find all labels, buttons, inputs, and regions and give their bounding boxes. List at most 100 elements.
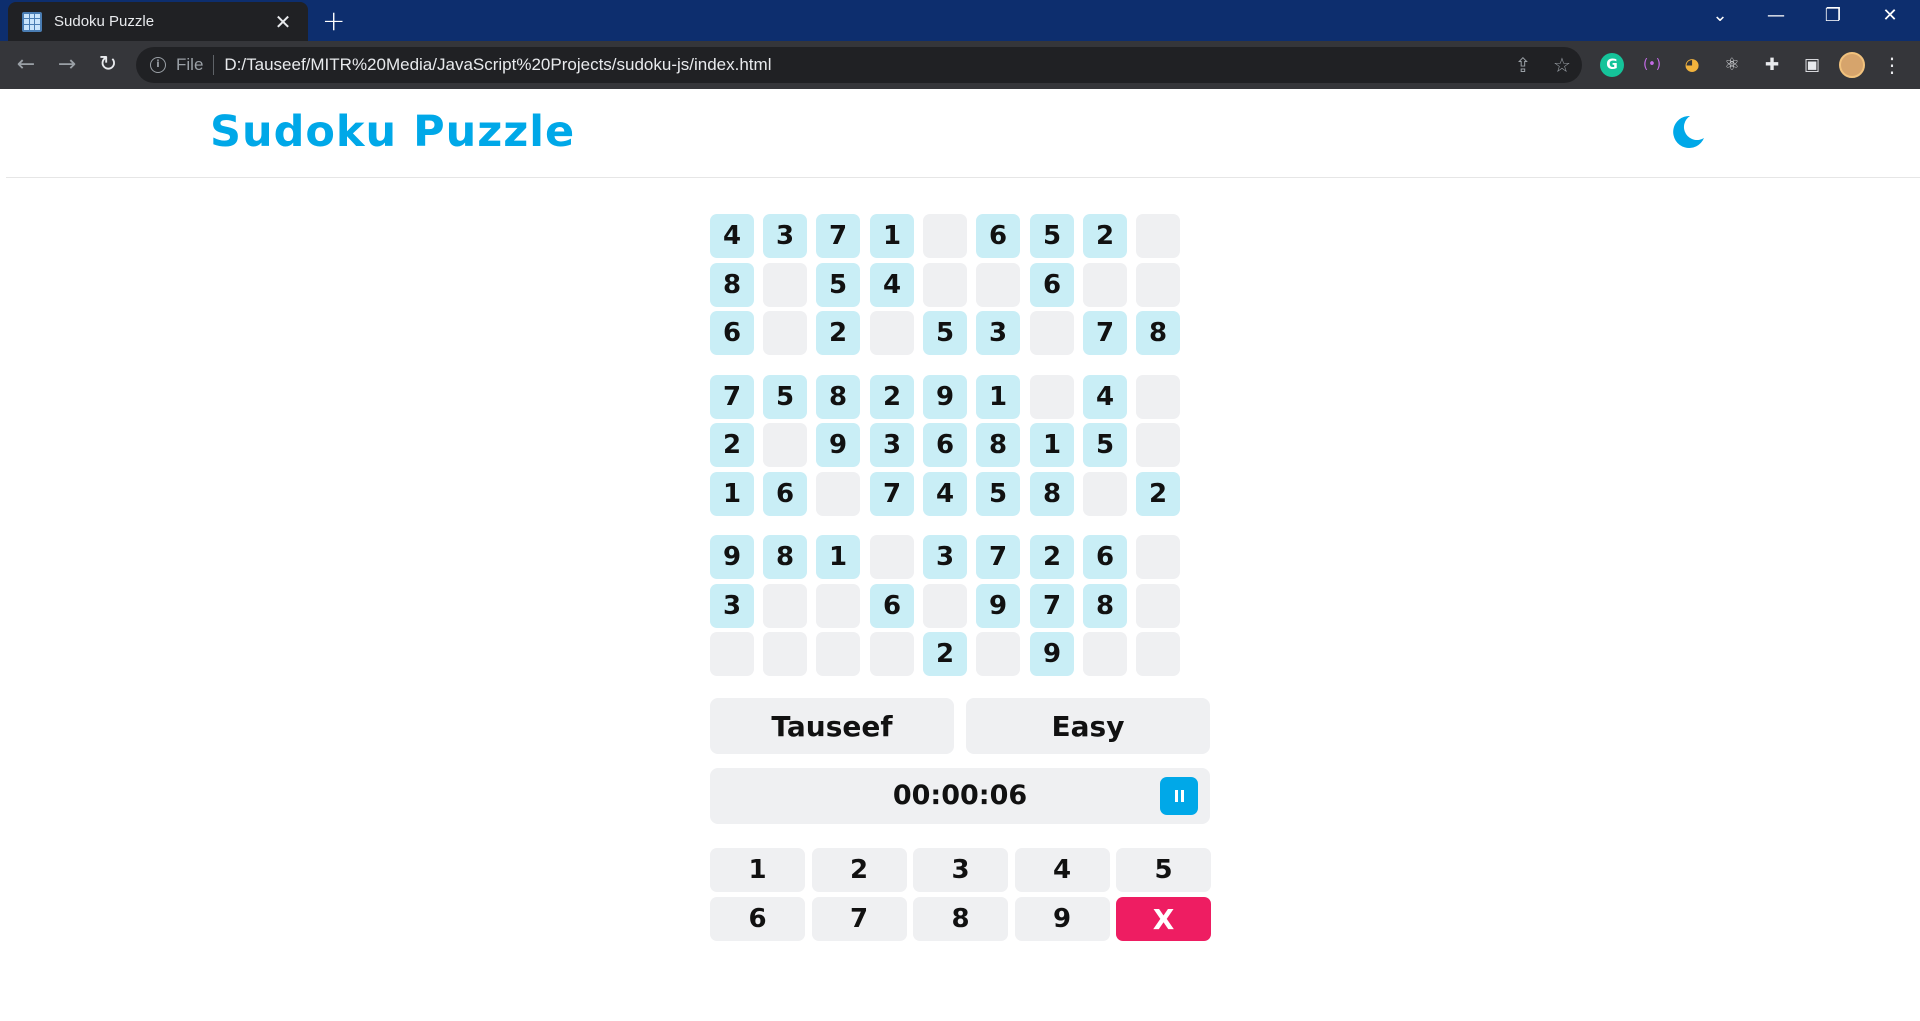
sudoku-cell[interactable]: 2 <box>1030 535 1074 579</box>
sudoku-cell[interactable] <box>1030 311 1074 355</box>
sudoku-cell[interactable]: 7 <box>1083 311 1127 355</box>
sudoku-cell[interactable]: 8 <box>1136 311 1180 355</box>
sudoku-cell[interactable] <box>976 632 1020 676</box>
close-window-icon[interactable]: ✕ <box>1870 5 1910 26</box>
sudoku-cell[interactable]: 1 <box>816 535 860 579</box>
sudoku-cell[interactable]: 7 <box>870 471 914 516</box>
sudoku-cell[interactable]: 3 <box>710 583 754 628</box>
sudoku-cell[interactable]: 4 <box>923 471 967 516</box>
sudoku-cell[interactable] <box>923 583 967 628</box>
moon-icon[interactable] <box>1670 114 1706 150</box>
profile-avatar[interactable] <box>1839 52 1865 78</box>
sudoku-cell[interactable]: 2 <box>870 374 914 419</box>
sudoku-cell[interactable] <box>923 214 967 258</box>
sudoku-cell[interactable]: 5 <box>976 471 1020 516</box>
restore-icon[interactable]: ❐ <box>1813 5 1853 26</box>
sudoku-cell[interactable] <box>1136 423 1180 467</box>
url-text[interactable]: D:/Tauseef/MITR%20Media/JavaScript%20Pro… <box>224 55 771 75</box>
pause-button[interactable] <box>1160 777 1198 815</box>
sudoku-cell[interactable]: 5 <box>1083 423 1127 467</box>
number-button-1[interactable]: 1 <box>710 848 805 892</box>
sudoku-cell[interactable]: 9 <box>816 423 860 467</box>
sudoku-cell[interactable]: 3 <box>870 423 914 467</box>
sudoku-cell[interactable]: 4 <box>870 262 914 307</box>
bookmark-star-icon[interactable]: ☆ <box>1547 47 1577 83</box>
sudoku-cell[interactable]: 5 <box>1030 214 1074 258</box>
sudoku-cell[interactable]: 6 <box>923 423 967 467</box>
sudoku-cell[interactable]: 6 <box>976 214 1020 258</box>
sudoku-cell[interactable]: 8 <box>1030 471 1074 516</box>
share-icon[interactable]: ⇪ <box>1508 47 1538 83</box>
sudoku-cell[interactable] <box>710 632 754 676</box>
sudoku-cell[interactable] <box>763 632 807 676</box>
sudoku-cell[interactable]: 1 <box>1030 423 1074 467</box>
sudoku-cell[interactable] <box>816 632 860 676</box>
sudoku-cell[interactable]: 8 <box>710 262 754 307</box>
sudoku-cell[interactable] <box>1136 535 1180 579</box>
sudoku-cell[interactable]: 6 <box>870 583 914 628</box>
sudoku-cell[interactable]: 8 <box>1083 583 1127 628</box>
sudoku-cell[interactable] <box>816 583 860 628</box>
sudoku-cell[interactable]: 7 <box>976 535 1020 579</box>
number-button-2[interactable]: 2 <box>811 848 907 892</box>
sudoku-cell[interactable]: 6 <box>710 311 754 355</box>
sudoku-cell[interactable] <box>870 535 914 579</box>
new-tab-icon[interactable]: + <box>322 7 345 35</box>
sudoku-cell[interactable] <box>1136 262 1180 307</box>
sudoku-cell[interactable]: 3 <box>763 214 807 258</box>
tab-search-icon[interactable]: ⌄ <box>1700 5 1740 26</box>
number-button-8[interactable]: 8 <box>913 897 1008 941</box>
sudoku-cell[interactable] <box>1136 632 1180 676</box>
sudoku-cell[interactable]: 6 <box>763 471 807 516</box>
sudoku-cell[interactable] <box>1136 583 1180 628</box>
sudoku-cell[interactable] <box>1030 374 1074 419</box>
sudoku-cell[interactable]: 1 <box>870 214 914 258</box>
sudoku-cell[interactable]: 1 <box>976 374 1020 419</box>
sudoku-cell[interactable]: 9 <box>710 535 754 579</box>
sudoku-cell[interactable]: 2 <box>816 311 860 355</box>
menu-icon[interactable]: ⋮ <box>1880 52 1904 78</box>
sudoku-cell[interactable] <box>870 632 914 676</box>
sudoku-cell[interactable]: 2 <box>923 632 967 676</box>
sudoku-cell[interactable]: 7 <box>710 374 754 419</box>
react-devtools-icon[interactable]: ⚛ <box>1720 53 1744 77</box>
grammarly-icon[interactable]: G <box>1600 53 1624 77</box>
sudoku-cell[interactable] <box>763 262 807 307</box>
sudoku-cell[interactable] <box>1083 262 1127 307</box>
sudoku-cell[interactable] <box>1136 214 1180 258</box>
sudoku-cell[interactable]: 2 <box>1136 471 1180 516</box>
sudoku-cell[interactable] <box>870 311 914 355</box>
sudoku-cell[interactable]: 4 <box>1083 374 1127 419</box>
sudoku-cell[interactable]: 7 <box>816 214 860 258</box>
color-extension-icon[interactable]: ◕ <box>1680 53 1704 77</box>
sudoku-cell[interactable]: 3 <box>976 311 1020 355</box>
sudoku-cell[interactable] <box>976 262 1020 307</box>
number-button-6[interactable]: 6 <box>710 897 805 941</box>
forward-icon[interactable]: → <box>51 49 83 81</box>
reload-icon[interactable]: ↻ <box>92 49 124 81</box>
sudoku-cell[interactable]: 8 <box>816 374 860 419</box>
sudoku-cell[interactable]: 4 <box>710 214 754 258</box>
number-button-9[interactable]: 9 <box>1014 897 1110 941</box>
number-button-7[interactable]: 7 <box>811 897 907 941</box>
sudoku-cell[interactable]: 2 <box>1083 214 1127 258</box>
sudoku-cell[interactable]: 5 <box>816 262 860 307</box>
sudoku-cell[interactable]: 1 <box>710 471 754 516</box>
sudoku-cell[interactable] <box>1083 471 1127 516</box>
sudoku-cell[interactable]: 5 <box>763 374 807 419</box>
sudoku-cell[interactable]: 6 <box>1030 262 1074 307</box>
sudoku-cell[interactable] <box>1083 632 1127 676</box>
sudoku-cell[interactable] <box>763 423 807 467</box>
extension-icon[interactable]: (•) <box>1640 53 1664 77</box>
browser-tab[interactable]: Sudoku Puzzle ✕ <box>8 2 308 41</box>
sudoku-cell[interactable]: 8 <box>763 535 807 579</box>
sudoku-cell[interactable] <box>1136 374 1180 419</box>
sudoku-cell[interactable] <box>763 583 807 628</box>
sudoku-cell[interactable] <box>816 471 860 516</box>
info-icon[interactable]: i <box>150 57 166 73</box>
sudoku-cell[interactable]: 5 <box>923 311 967 355</box>
number-button-4[interactable]: 4 <box>1014 848 1110 892</box>
sudoku-cell[interactable]: 2 <box>710 423 754 467</box>
number-button-5[interactable]: 5 <box>1116 848 1211 892</box>
sudoku-cell[interactable] <box>923 262 967 307</box>
